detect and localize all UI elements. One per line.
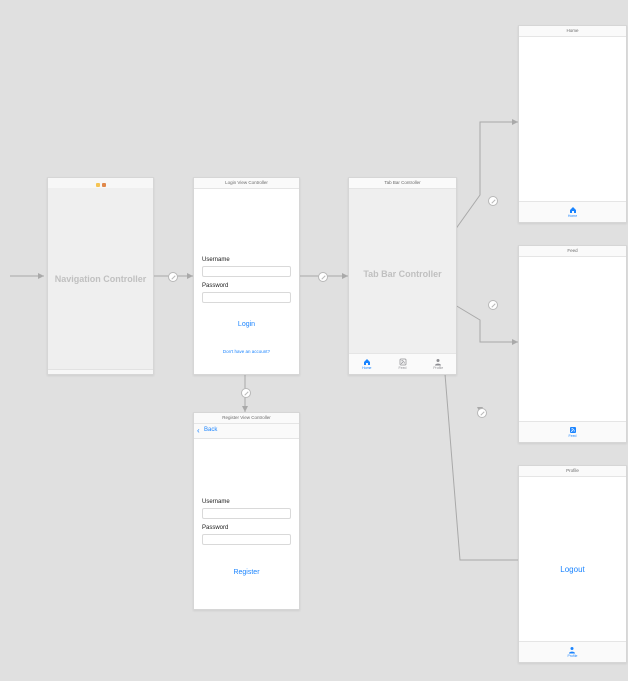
- tabbar-controller-scene[interactable]: Tab Bar Controller Tab Bar Controller Ho…: [348, 177, 457, 375]
- profile-scene[interactable]: Profile Logout Profile: [518, 465, 627, 663]
- tabbar-title: Tab Bar Controller: [349, 178, 456, 189]
- tab-feed[interactable]: Feed: [385, 354, 421, 374]
- tab-profile[interactable]: Profile: [568, 642, 578, 662]
- logout-button[interactable]: Logout: [519, 565, 626, 574]
- login-button[interactable]: Login: [194, 321, 299, 328]
- home-scene[interactable]: Home Home: [518, 25, 627, 223]
- profile-icon: [434, 358, 442, 366]
- profile-tabbar: Profile: [519, 641, 626, 662]
- tab-home[interactable]: Home: [349, 354, 385, 374]
- login-title: Login View Controller: [194, 178, 299, 189]
- register-scene[interactable]: Register View Controller ‹ Back Username…: [193, 412, 300, 610]
- password-label: Password: [202, 525, 228, 531]
- feed-icon: [399, 358, 407, 366]
- username-input[interactable]: [202, 266, 291, 277]
- tabbar-placeholder: Tab Bar Controller: [349, 269, 456, 279]
- segue-relationship-icon: [477, 408, 487, 418]
- home-icon: [363, 358, 371, 366]
- register-title: Register View Controller: [194, 413, 299, 424]
- segue-relationship-icon: [488, 196, 498, 206]
- segue-present-icon: [318, 272, 328, 282]
- feed-title: Feed: [519, 246, 626, 257]
- tab-home-label: Home: [568, 214, 577, 218]
- nav-back-bar: ‹ Back: [194, 424, 299, 439]
- navigation-controller-scene[interactable]: Navigation Controller: [47, 177, 154, 375]
- feed-scene[interactable]: Feed Feed: [518, 245, 627, 443]
- back-chevron-icon[interactable]: ‹: [197, 426, 200, 435]
- segue-relationship-icon: [488, 300, 498, 310]
- nav-controller-content: Navigation Controller: [48, 188, 153, 370]
- storyboard-canvas: Navigation Controller Login View Control…: [0, 0, 628, 681]
- tab-home-label: Home: [362, 366, 371, 370]
- tab-feed-label: Feed: [569, 434, 577, 438]
- feed-icon: [569, 426, 577, 434]
- password-label: Password: [202, 283, 228, 289]
- home-tabbar: Home: [519, 201, 626, 222]
- login-scene[interactable]: Login View Controller Username Password …: [193, 177, 300, 375]
- username-label: Username: [202, 499, 230, 505]
- tab-profile-label: Profile: [433, 366, 443, 370]
- profile-icon: [568, 646, 576, 654]
- tab-profile-label: Profile: [568, 654, 578, 658]
- password-input[interactable]: [202, 534, 291, 545]
- profile-title: Profile: [519, 466, 626, 477]
- username-input[interactable]: [202, 508, 291, 519]
- home-icon: [569, 206, 577, 214]
- tab-bar: Home Feed Profile: [349, 353, 456, 374]
- back-button[interactable]: Back: [204, 427, 217, 433]
- username-label: Username: [202, 257, 230, 263]
- tabbar-content: Tab Bar Controller: [349, 189, 456, 354]
- home-title: Home: [519, 26, 626, 37]
- tab-feed[interactable]: Feed: [569, 422, 577, 442]
- password-input[interactable]: [202, 292, 291, 303]
- tab-home[interactable]: Home: [568, 202, 577, 222]
- nav-controller-bottombar: [48, 369, 153, 374]
- register-link[interactable]: Don't have an account?: [194, 349, 299, 354]
- segue-root-icon: [168, 272, 178, 282]
- segue-show-icon: [241, 388, 251, 398]
- tab-profile[interactable]: Profile: [420, 354, 456, 374]
- feed-tabbar: Feed: [519, 421, 626, 442]
- register-button[interactable]: Register: [194, 569, 299, 576]
- tab-feed-label: Feed: [399, 366, 407, 370]
- nav-controller-placeholder: Navigation Controller: [48, 274, 153, 284]
